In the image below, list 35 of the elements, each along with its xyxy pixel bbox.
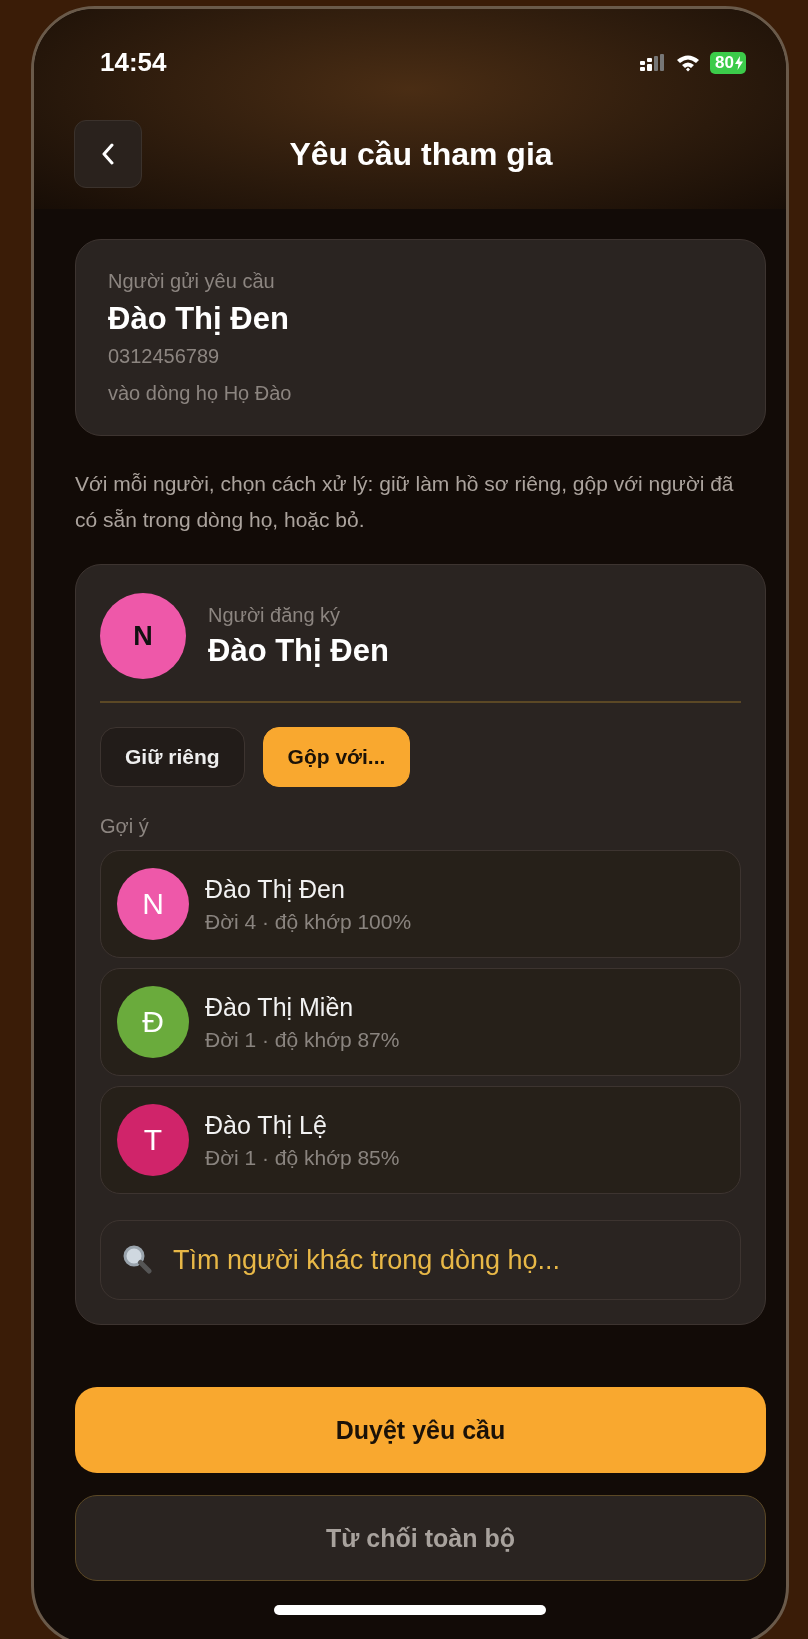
avatar: Đ xyxy=(117,986,189,1058)
wifi-icon xyxy=(676,53,701,72)
suggestion-item[interactable]: N Đào Thị Đen Đời 4 · độ khớp 100% xyxy=(100,850,741,958)
search-icon xyxy=(122,1244,152,1274)
suggestion-detail: Đời 4 · độ khớp 100% xyxy=(205,909,412,934)
option-chip[interactable]: Giữ riêng xyxy=(100,727,245,787)
sender-phone: 0312456789 xyxy=(108,345,221,368)
back-button[interactable] xyxy=(74,120,142,188)
action-button[interactable]: Duyệt yêu cầu xyxy=(75,1387,766,1473)
instructions-text: Với mỗi người, chọn cách xử lý: giữ làm hồ sơ riêng, gộp với người đã có sẵn trong dòng họ, hoặc bỏ. xyxy=(75,471,735,533)
action-button[interactable]: Từ chối toàn bộ xyxy=(75,1495,766,1581)
page-title: Yêu cầu tham gia xyxy=(288,135,554,173)
suggestion-item[interactable]: Đ Đào Thị Miền Đời 1 · độ khớp 87% xyxy=(100,968,741,1076)
avatar: N xyxy=(100,593,186,679)
registrant-name: Đào Thị Đen xyxy=(208,632,389,669)
sender-name: Đào Thị Đen xyxy=(108,301,290,337)
charging-icon xyxy=(735,55,743,70)
suggestion-name: Đào Thị Đen xyxy=(205,874,346,904)
registrant-label: Người đăng ký xyxy=(208,603,342,627)
option-chip[interactable]: Gộp với... xyxy=(262,727,411,787)
status-time: 14:54 xyxy=(100,47,167,78)
signal-icon xyxy=(640,53,667,72)
back-icon xyxy=(101,143,115,165)
suggestion-name: Đào Thị Miền xyxy=(205,992,355,1022)
sender-label: Người gửi yêu cầu xyxy=(108,270,276,293)
sender-family: vào dòng họ Họ Đào xyxy=(108,382,293,405)
search-field[interactable]: Tìm người khác trong dòng họ... xyxy=(100,1220,741,1300)
suggestion-item[interactable]: T Đào Thị Lệ Đời 1 · độ khớp 85% xyxy=(100,1086,741,1194)
battery-level: 80 xyxy=(710,51,746,74)
suggestion-detail: Đời 1 · độ khớp 87% xyxy=(205,1027,400,1052)
suggestions-label: Gợi ý xyxy=(100,815,150,838)
suggestion-detail: Đời 1 · độ khớp 85% xyxy=(205,1145,400,1170)
suggestion-name: Đào Thị Lệ xyxy=(205,1110,328,1140)
avatar: N xyxy=(117,868,189,940)
avatar: T xyxy=(117,1104,189,1176)
